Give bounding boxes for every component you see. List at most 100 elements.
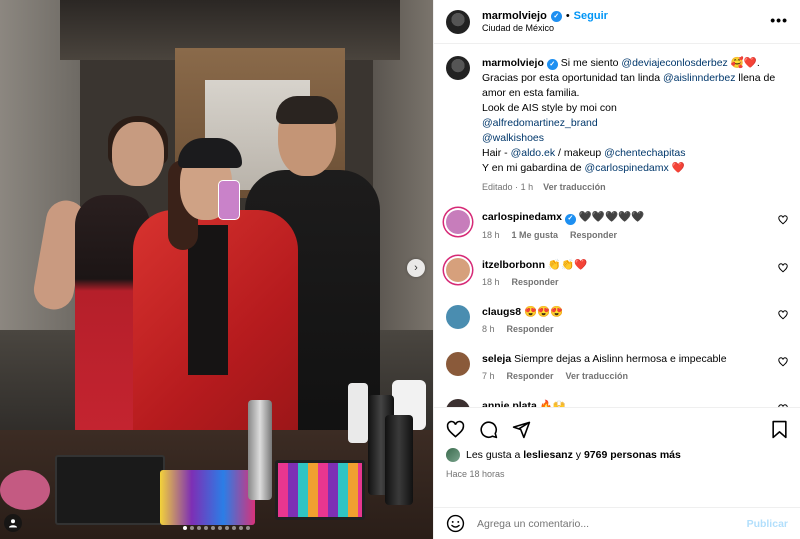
liker-username[interactable]: lesliesanz: [523, 449, 573, 461]
comment-like-heart-icon[interactable]: [778, 403, 788, 408]
comment-likes[interactable]: 1 Me gusta: [512, 230, 559, 240]
author-avatar[interactable]: [446, 9, 470, 34]
comment-meta: 18 h 1 Me gusta Responder: [482, 230, 768, 240]
comment-text: annie.plata 🔥🙌: [482, 399, 768, 408]
comment-item: carlospinedamx ✓ 🖤🖤🖤🖤🖤 18 h 1 Me gusta Resp…: [446, 210, 788, 240]
photo-palette-eyeshadow: [275, 460, 365, 520]
author-username[interactable]: marmolviejo: [482, 10, 547, 22]
commenter-avatar[interactable]: [446, 398, 470, 407]
tagged-users-button[interactable]: [4, 514, 22, 532]
photo-bottle-serum: [385, 415, 413, 505]
comment-text: carlospinedamx ✓ 🖤🖤🖤🖤🖤: [482, 210, 768, 225]
author-info: marmolviejo ✓ • Seguir Ciudad de México: [482, 10, 608, 33]
carousel-dot: [204, 526, 208, 530]
comment-like-heart-icon[interactable]: [778, 309, 788, 320]
carousel-dot: [197, 526, 201, 530]
comment-meta: 18 h Responder: [482, 277, 768, 287]
save-bookmark-icon[interactable]: [771, 420, 788, 439]
comment-time[interactable]: 7 h: [482, 371, 495, 381]
commenter-username[interactable]: annie.plata: [482, 400, 537, 408]
see-translation-link[interactable]: Ver traducción: [566, 371, 629, 381]
caption-text: marmolviejo ✓ Si me siento @deviajeconlo…: [482, 56, 788, 176]
mention-link[interactable]: @carlospinedamx: [585, 162, 669, 174]
commenter-avatar[interactable]: [446, 257, 470, 282]
caption-emoji: ❤️: [668, 162, 685, 174]
post-location[interactable]: Ciudad de México: [482, 23, 608, 33]
comment-item: itzelborbonn 👏👏❤️ 18 h Responder: [446, 257, 788, 287]
likes-middle: y: [572, 449, 584, 461]
comment-bubble-icon[interactable]: [479, 420, 498, 439]
caption-time[interactable]: 1 h: [521, 182, 534, 192]
comment-body: 🔥🙌: [536, 399, 566, 408]
comment-body: Siempre dejas a Aislinn hermosa e impeca…: [511, 352, 727, 365]
mention-link[interactable]: @aldo.ek: [511, 147, 556, 159]
commenter-avatar[interactable]: [446, 304, 470, 329]
caption-author-avatar[interactable]: [446, 56, 470, 80]
chevron-right-icon: ›: [414, 262, 418, 274]
mention-link[interactable]: @chentechapitas: [604, 147, 685, 159]
comment-list: carlospinedamx ✓ 🖤🖤🖤🖤🖤 18 h 1 Me gusta Resp…: [446, 210, 788, 407]
verified-badge-icon: ✓: [546, 59, 558, 70]
commenter-username[interactable]: carlospinedamx: [482, 211, 562, 223]
reply-button[interactable]: Responder: [512, 277, 559, 287]
caption-username[interactable]: marmolviejo: [482, 57, 544, 69]
comment-input[interactable]: [477, 517, 735, 530]
comment-text: claugs8 😍😍😍: [482, 305, 768, 319]
commenter-username[interactable]: itzelborbonn: [482, 259, 545, 271]
comment-like-heart-icon[interactable]: [778, 262, 788, 273]
carousel-dot: [239, 526, 243, 530]
caption-line7: Y en mi gabardina de: [482, 162, 585, 174]
comment-like-heart-icon[interactable]: [778, 356, 788, 367]
publish-button[interactable]: Publicar: [747, 518, 788, 530]
comment-meta: 7 h Responder Ver traducción: [482, 371, 768, 381]
comment-like-heart-icon[interactable]: [778, 215, 788, 225]
verified-badge-icon: ✓: [564, 213, 576, 225]
post-actions: Les gusta a lesliesanz y 9769 personas m…: [434, 407, 800, 507]
likes-summary: Les gusta a lesliesanz y 9769 personas m…: [446, 448, 788, 462]
photo-palette-colors: [160, 470, 255, 525]
carousel-next-button[interactable]: ›: [407, 259, 425, 277]
reply-button[interactable]: Responder: [507, 324, 554, 334]
reply-button[interactable]: Responder: [507, 371, 554, 381]
comments-section: marmolviejo ✓ Si me siento @deviajeconlo…: [434, 44, 800, 407]
commenter-username[interactable]: seleja: [482, 353, 511, 365]
emoji-smiley-icon[interactable]: [446, 514, 465, 533]
verified-badge-icon: ✓: [550, 10, 562, 22]
meta-dot: ·: [515, 182, 519, 192]
reply-button[interactable]: Responder: [570, 230, 617, 240]
post-header: marmolviejo ✓ • Seguir Ciudad de México …: [434, 0, 800, 44]
mention-link[interactable]: @deviajeconlosderbez: [621, 57, 727, 69]
like-heart-icon[interactable]: [446, 420, 465, 439]
commenter-username[interactable]: claugs8: [482, 306, 521, 318]
comment-time[interactable]: 18 h: [482, 277, 500, 287]
share-send-icon[interactable]: [512, 420, 531, 439]
user-icon: [9, 519, 17, 528]
liker-avatar[interactable]: [446, 448, 460, 462]
instagram-post: › marmolviejo ✓ • Seguir Ciudad de Méxic…: [0, 0, 800, 539]
comment-time[interactable]: 8 h: [482, 324, 495, 334]
photo-person-center-shirt: [188, 225, 228, 375]
carousel-dot: [190, 526, 194, 530]
see-translation-link[interactable]: Ver traducción: [543, 182, 606, 192]
comment-time[interactable]: 18 h: [482, 230, 500, 240]
caption-line1: Si me siento: [557, 57, 622, 69]
mention-link[interactable]: @aislinnderbez: [663, 72, 736, 84]
likes-count[interactable]: 9769 personas más: [584, 449, 681, 461]
mention-link[interactable]: @walkishoes: [482, 132, 544, 144]
post-age[interactable]: Hace 18 horas: [446, 469, 788, 479]
post-photo[interactable]: ›: [0, 0, 433, 539]
follow-button[interactable]: Seguir: [574, 10, 608, 22]
carousel-dot: [183, 526, 187, 530]
comment-text: itzelborbonn 👏👏❤️: [482, 258, 768, 272]
comment-item: claugs8 😍😍😍 8 h Responder: [446, 304, 788, 334]
more-options-icon[interactable]: •••: [770, 12, 788, 28]
comment-item: annie.plata 🔥🙌17 hResponder: [446, 398, 788, 408]
caption-line6: Hair -: [482, 147, 511, 159]
photo-blush: [0, 470, 50, 510]
mention-link[interactable]: @alfredomartinez_brand: [482, 117, 598, 129]
commenter-avatar[interactable]: [446, 210, 470, 234]
photo-bottle-silver: [248, 400, 272, 500]
edited-label: Editado: [482, 182, 513, 192]
caption-line2: Gracias por esta oportunidad tan linda: [482, 72, 663, 84]
commenter-avatar[interactable]: [446, 351, 470, 376]
